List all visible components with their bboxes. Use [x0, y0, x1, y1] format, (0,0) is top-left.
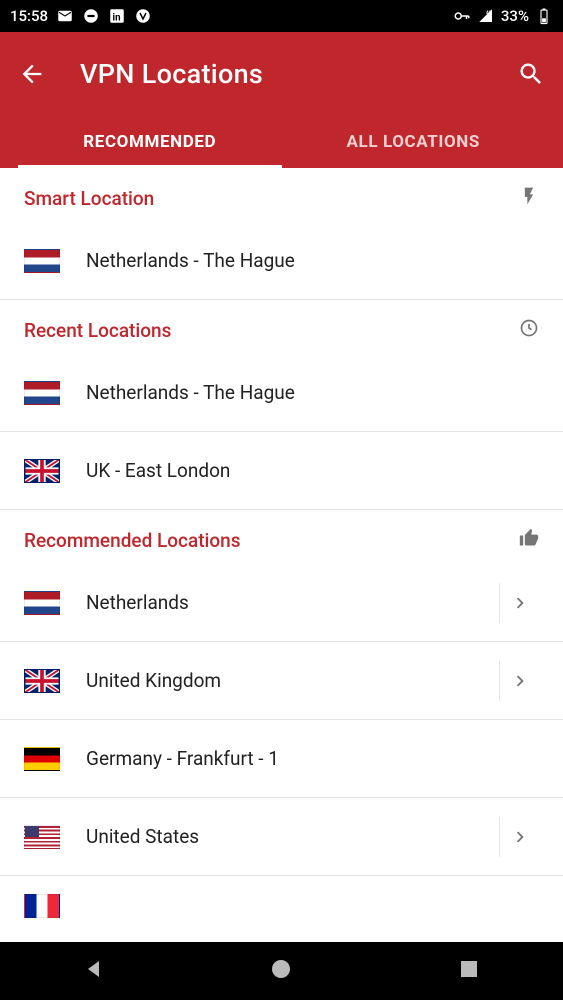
- clock-icon: [519, 318, 539, 342]
- outlook-icon: [56, 7, 74, 25]
- svg-text:4G: 4G: [486, 10, 492, 16]
- section-smart-label: Smart Location: [24, 187, 154, 210]
- location-row[interactable]: Netherlands - The Hague: [0, 354, 563, 432]
- search-icon: [517, 60, 545, 88]
- chevron-right-icon: [509, 826, 531, 848]
- section-recommended-label: Recommended Locations: [24, 529, 241, 552]
- flag-nl-icon: [24, 591, 60, 615]
- location-label: Netherlands - The Hague: [86, 249, 539, 272]
- status-time: 15:58: [10, 7, 48, 25]
- location-list: Smart Location Netherlands - The Hague R…: [0, 168, 563, 916]
- nav-home-button[interactable]: [269, 957, 293, 985]
- location-row[interactable]: United States: [0, 798, 563, 876]
- status-bar: 15:58 in 4G 33%: [0, 0, 563, 32]
- circle-icon: [269, 957, 293, 981]
- chevron-right-icon: [509, 592, 531, 614]
- status-right: 4G 33%: [453, 7, 553, 25]
- search-button[interactable]: [505, 54, 545, 94]
- linkedin-icon: in: [108, 7, 126, 25]
- battery-percent: 33%: [501, 7, 529, 25]
- section-recent: Recent Locations: [0, 300, 563, 354]
- status-left: 15:58 in: [10, 7, 152, 25]
- vpn-status-icon: [134, 7, 152, 25]
- location-label: Netherlands - The Hague: [86, 381, 539, 404]
- nav-recent-button[interactable]: [457, 957, 481, 985]
- chevron-right-icon: [509, 670, 531, 692]
- nav-back-button[interactable]: [82, 957, 106, 985]
- flag-uk-icon: [24, 669, 60, 693]
- location-label: Netherlands: [86, 591, 491, 614]
- navigation-bar: [0, 942, 563, 1000]
- location-label: France - Paris - 2: [86, 894, 539, 917]
- svg-text:in: in: [113, 13, 121, 24]
- flag-de-icon: [24, 747, 60, 771]
- square-icon: [457, 957, 481, 981]
- tabs: RECOMMENDED ALL LOCATIONS: [18, 116, 545, 168]
- section-smart: Smart Location: [0, 168, 563, 222]
- tab-recommended[interactable]: RECOMMENDED: [18, 116, 282, 168]
- back-button[interactable]: [18, 54, 58, 94]
- flag-us-icon: [24, 825, 60, 849]
- flag-nl-icon: [24, 381, 60, 405]
- signal-icon: 4G: [477, 7, 495, 25]
- location-row[interactable]: France - Paris - 2: [0, 876, 563, 916]
- expand-button[interactable]: [499, 661, 539, 701]
- expand-button[interactable]: [499, 817, 539, 857]
- spotify-icon: [82, 7, 100, 25]
- triangle-left-icon: [82, 957, 106, 981]
- location-row[interactable]: United Kingdom: [0, 642, 563, 720]
- flag-uk-icon: [24, 459, 60, 483]
- key-icon: [453, 7, 471, 25]
- section-recent-label: Recent Locations: [24, 319, 171, 342]
- location-row[interactable]: Netherlands - The Hague: [0, 222, 563, 300]
- location-label: United States: [86, 825, 491, 848]
- bolt-icon: [519, 186, 539, 210]
- location-row[interactable]: UK - East London: [0, 432, 563, 510]
- thumb-up-icon: [519, 528, 539, 552]
- location-label: Germany - Frankfurt - 1: [86, 747, 539, 770]
- flag-nl-icon: [24, 249, 60, 273]
- battery-icon: [535, 7, 553, 25]
- location-row[interactable]: Netherlands: [0, 564, 563, 642]
- location-row[interactable]: Germany - Frankfurt - 1: [0, 720, 563, 798]
- tab-all-locations[interactable]: ALL LOCATIONS: [282, 116, 546, 168]
- app-bar: VPN Locations RECOMMENDED ALL LOCATIONS: [0, 32, 563, 168]
- flag-fr-icon: [24, 894, 60, 918]
- expand-button[interactable]: [499, 583, 539, 623]
- page-title: VPN Locations: [80, 58, 263, 90]
- location-label: UK - East London: [86, 459, 539, 482]
- arrow-left-icon: [18, 60, 46, 88]
- location-label: United Kingdom: [86, 669, 491, 692]
- section-recommended: Recommended Locations: [0, 510, 563, 564]
